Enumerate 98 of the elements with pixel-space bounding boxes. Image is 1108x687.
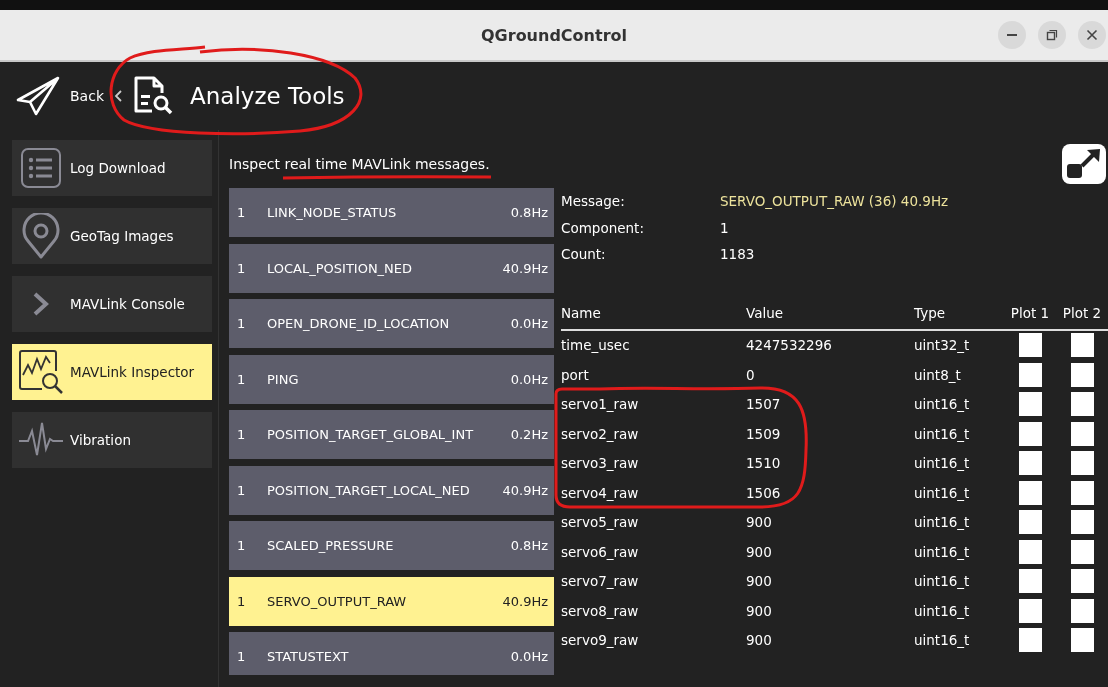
table-cell: 900 (746, 632, 772, 649)
plot-checkbox[interactable] (1070, 451, 1094, 476)
table-cell: 0 (746, 366, 755, 383)
plot-checkbox[interactable] (1070, 421, 1094, 446)
table-cell: uint16_t (914, 396, 970, 413)
back-button[interactable]: Back (16, 76, 104, 116)
plot-checkbox[interactable] (1018, 362, 1042, 387)
table-cell: 900 (746, 514, 772, 531)
table-cell: uint16_t (914, 632, 970, 649)
message-row[interactable]: 1 STATUSTEXT 0.0Hz (229, 632, 554, 675)
plot-checkbox[interactable] (1018, 510, 1042, 535)
chevron-left-icon (114, 90, 122, 102)
table-cell: uint16_t (914, 484, 970, 501)
column-header: Plot 2 (1062, 304, 1102, 321)
field-label: Message: (561, 193, 626, 210)
description-text: Inspect real time MAVLink messages. (229, 156, 490, 172)
table-cell: uint16_t (914, 455, 970, 472)
plot-checkbox[interactable] (1070, 628, 1094, 653)
table-cell: uint32_t (914, 337, 970, 354)
column-header: Value (746, 304, 784, 321)
plot-checkbox[interactable] (1070, 333, 1094, 358)
column-header: Name (561, 304, 601, 321)
column-header: Type (914, 304, 945, 321)
field-value: 1 (720, 219, 729, 236)
plot-checkbox[interactable] (1070, 392, 1094, 417)
sidebar-item[interactable]: MAVLink Console (12, 276, 212, 332)
table-cell: uint16_t (914, 602, 970, 619)
expand-icon[interactable] (1062, 144, 1106, 184)
chart-magnifier-icon (18, 349, 64, 395)
plot-checkbox[interactable] (1070, 480, 1094, 505)
table-cell: 1510 (746, 455, 781, 472)
column-header: Plot 1 (1010, 304, 1050, 321)
plot-checkbox[interactable] (1018, 333, 1042, 358)
message-row[interactable]: 1 POSITION_TARGET_LOCAL_NED 40.9Hz (229, 465, 554, 515)
message-row[interactable]: 1 OPEN_DRONE_ID_LOCATION 0.0Hz (229, 299, 554, 348)
chevron-icon (31, 291, 51, 317)
plot-checkbox[interactable] (1018, 539, 1042, 564)
close-icon (1086, 29, 1098, 41)
table-cell: time_usec (561, 337, 630, 354)
table-cell: 1506 (746, 484, 781, 501)
table-cell: 900 (746, 573, 772, 590)
sidebar-item[interactable]: MAVLink Inspector (12, 344, 212, 400)
field-label: Component: (561, 219, 645, 236)
sidebar-item[interactable]: Log Download (12, 140, 212, 196)
table-cell: uint16_t (914, 573, 970, 590)
map-pin-icon (21, 213, 61, 259)
table-cell: uint8_t (914, 366, 961, 383)
table-cell: servo8_raw (561, 602, 639, 619)
sidebar-item[interactable]: Vibration (12, 412, 212, 468)
table-cell: servo3_raw (561, 455, 639, 472)
plot-checkbox[interactable] (1018, 628, 1042, 653)
table-cell: servo9_raw (561, 632, 639, 649)
sidebar-item[interactable]: GeoTag Images (12, 208, 212, 264)
close-button[interactable] (1078, 21, 1106, 49)
table-cell: 1509 (746, 425, 781, 442)
plot-checkbox[interactable] (1070, 598, 1094, 623)
table-cell: 4247532296 (746, 337, 832, 354)
table-cell: uint16_t (914, 543, 970, 560)
plot-checkbox[interactable] (1018, 569, 1042, 594)
plot-checkbox[interactable] (1070, 510, 1094, 535)
message-row[interactable]: 1 SCALED_PRESSURE 0.8Hz (229, 521, 554, 570)
document-search-icon (132, 75, 174, 117)
table-cell: servo4_raw (561, 484, 639, 501)
restore-button[interactable] (1038, 21, 1066, 49)
message-row[interactable]: 1 SERVO_OUTPUT_RAW 40.9Hz (229, 576, 554, 626)
table-cell: uint16_t (914, 425, 970, 442)
table-cell: servo2_raw (561, 425, 639, 442)
plot-checkbox[interactable] (1018, 451, 1042, 476)
plot-checkbox[interactable] (1070, 362, 1094, 387)
minimize-icon (1007, 34, 1017, 36)
plot-checkbox[interactable] (1018, 392, 1042, 417)
field-value: SERVO_OUTPUT_RAW (36) 40.9Hz (720, 193, 949, 210)
message-row[interactable]: 1 PING 0.0Hz (229, 354, 554, 404)
table-cell: 900 (746, 602, 772, 619)
restore-icon (1046, 29, 1058, 41)
plot-checkbox[interactable] (1070, 569, 1094, 594)
table-cell: servo1_raw (561, 396, 639, 413)
page-title: Analyze Tools (190, 83, 345, 109)
field-label: Count: (561, 246, 607, 263)
plot-checkbox[interactable] (1018, 598, 1042, 623)
plot-checkbox[interactable] (1018, 421, 1042, 446)
message-row[interactable]: 1 LINK_NODE_STATUS 0.8Hz (229, 188, 554, 237)
field-value: 1183 (720, 246, 755, 263)
plot-checkbox[interactable] (1070, 539, 1094, 564)
message-row[interactable]: 1 LOCAL_POSITION_NED 40.9Hz (229, 243, 554, 293)
window-title: QGroundControl (481, 25, 627, 45)
minimize-button[interactable] (998, 21, 1026, 49)
table-cell: servo5_raw (561, 514, 639, 531)
table-cell: servo6_raw (561, 543, 639, 560)
table-cell: uint16_t (914, 514, 970, 531)
table-cell: 1507 (746, 396, 781, 413)
message-row[interactable]: 1 POSITION_TARGET_GLOBAL_INT 0.2Hz (229, 410, 554, 459)
table-cell: servo7_raw (561, 573, 639, 590)
table-cell: port (561, 366, 589, 383)
list-icon (20, 147, 62, 189)
paper-plane-icon (16, 76, 60, 116)
plot-checkbox[interactable] (1018, 480, 1042, 505)
table-cell: 900 (746, 543, 772, 560)
